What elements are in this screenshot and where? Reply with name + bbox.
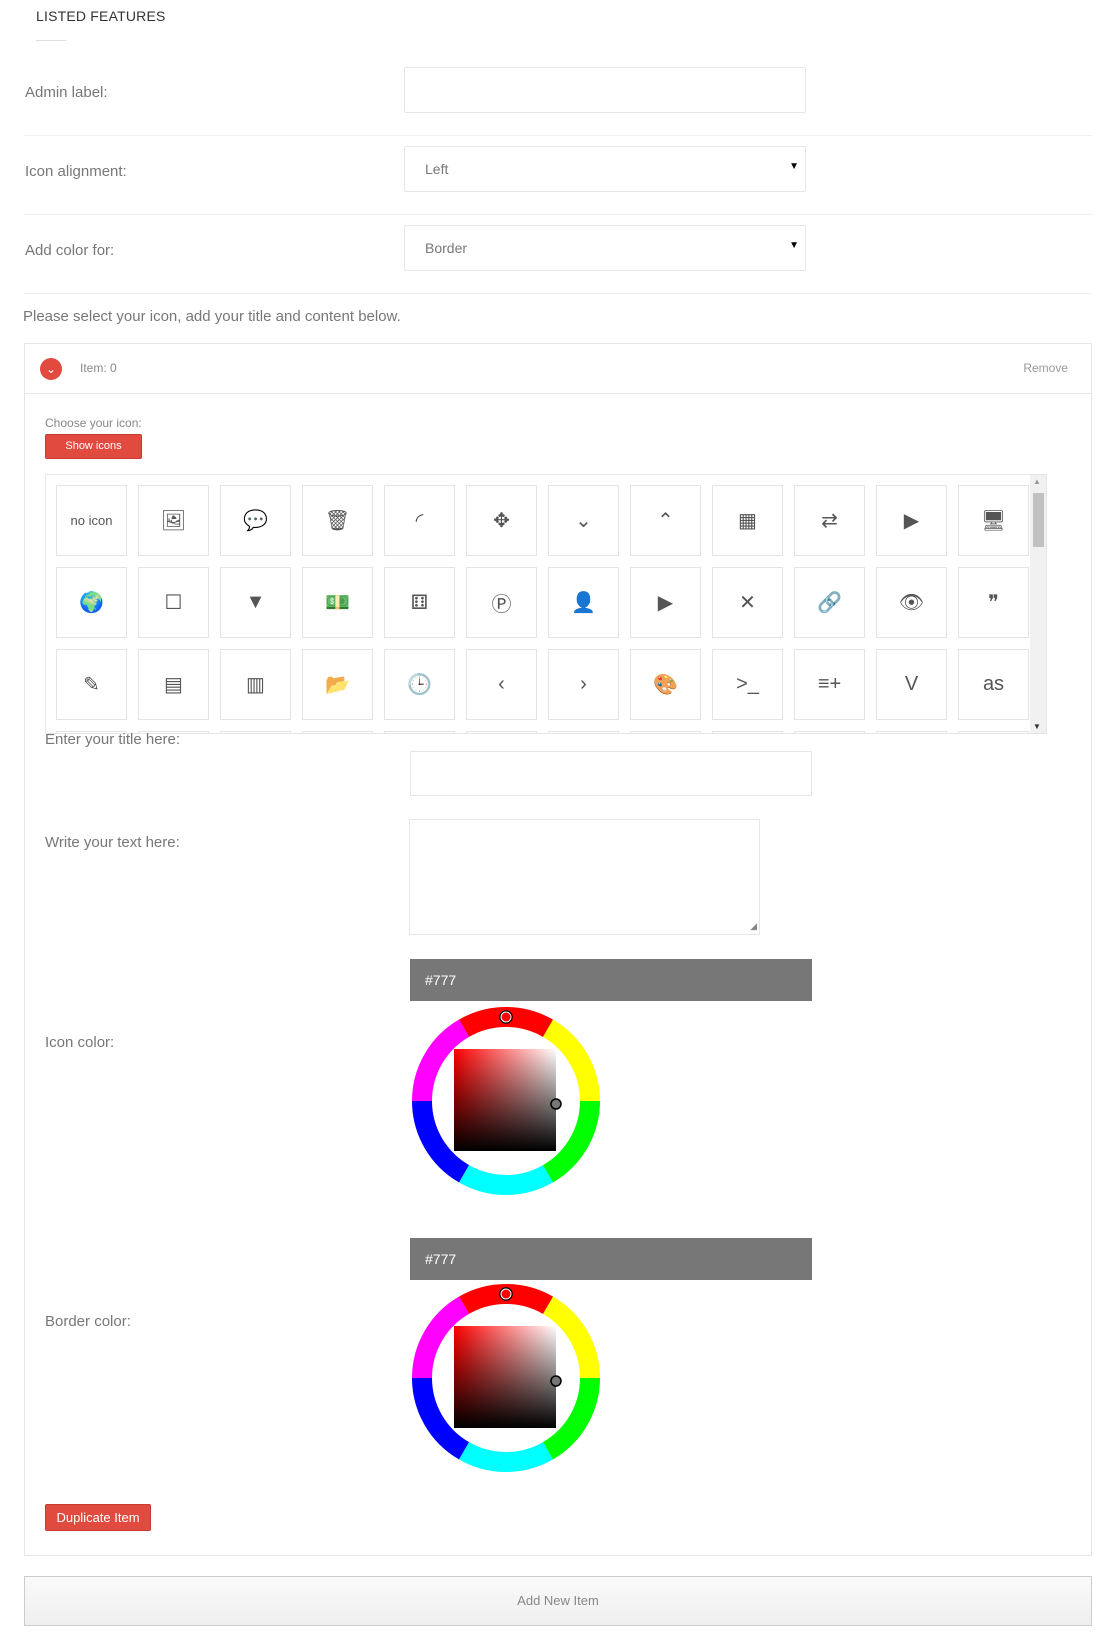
admin-label-input[interactable] xyxy=(404,67,806,113)
text-label: Write your text here: xyxy=(45,834,180,851)
border-color-wheel[interactable] xyxy=(410,1282,602,1474)
quote-right-icon[interactable]: ❞ xyxy=(958,567,1029,638)
item-panel: ⌄ Item: 0 Remove Choose your icon: Show … xyxy=(24,343,1092,1556)
border-color-input[interactable]: #777 xyxy=(410,1238,812,1280)
page-title: LISTED FEATURES xyxy=(36,8,166,24)
add-color-for-label: Add color for: xyxy=(25,242,115,259)
title-input[interactable] xyxy=(410,751,812,796)
exchange-icon[interactable]: ⇄ xyxy=(794,485,865,556)
add-color-for-value: Border xyxy=(425,240,468,256)
scrollbar-thumb[interactable] xyxy=(1033,493,1044,547)
youtube-play-icon[interactable]: ▶ xyxy=(630,567,701,638)
collapse-chevron-icon[interactable]: ⌄ xyxy=(40,358,62,380)
icon-alignment-label: Icon alignment: xyxy=(25,163,127,180)
dropdown-caret-icon: ▼ xyxy=(789,240,799,251)
shade-marker[interactable] xyxy=(550,1098,562,1110)
link-icon[interactable]: 🔗 xyxy=(794,567,865,638)
text-textarea[interactable]: ◢ xyxy=(409,819,760,935)
show-icons-button[interactable]: Show icons xyxy=(45,434,142,459)
icon-picker-scrollbar[interactable]: ▲ ▼ xyxy=(1030,475,1046,733)
item-header[interactable]: ⌄ Item: 0 Remove xyxy=(25,344,1091,394)
title-label: Enter your title here: xyxy=(45,731,181,748)
heading-divider xyxy=(36,40,66,41)
icon-option[interactable] xyxy=(302,731,373,733)
square-icon[interactable]: ☐ xyxy=(138,567,209,638)
icon-option[interactable] xyxy=(220,731,291,733)
border-color-label: Border color: xyxy=(45,1313,131,1330)
globe-icon[interactable]: 🌍 xyxy=(56,567,127,638)
admin-label-row: Admin label: xyxy=(24,56,1092,136)
chevron-up-icon[interactable]: ⌃ xyxy=(630,485,701,556)
paint-brush-icon[interactable]: 🎨 xyxy=(630,649,701,720)
chevron-down-icon[interactable]: ⌄ xyxy=(548,485,619,556)
admin-label-label: Admin label: xyxy=(25,84,108,101)
icon-picker: no icon 🖼 💬 🗑 ◜ ✥ ⌄ ⌃ ▦ ⇄ ▶ 🖥 🌍 ☐ ▼ 💵 ⚅ Ⓟ 👤 ▶ ✕ 🔗 👁 ❞ ✎ ▤ ▥ 📂 🕒 ‹ › 🎨 >_… xyxy=(45,474,1047,734)
angle-right-icon[interactable]: › xyxy=(548,649,619,720)
newspaper-icon[interactable]: ▥ xyxy=(220,649,291,720)
vimeo-icon[interactable]: V xyxy=(876,649,947,720)
times-icon[interactable]: ✕ xyxy=(712,567,783,638)
list-add-icon[interactable]: ≡+ xyxy=(794,649,865,720)
dropdown-caret-icon: ▼ xyxy=(789,161,799,172)
eye-icon[interactable]: 👁 xyxy=(876,567,947,638)
pencil-icon[interactable]: ✎ xyxy=(56,649,127,720)
user-icon[interactable]: 👤 xyxy=(548,567,619,638)
desktop-icon[interactable]: 🖥 xyxy=(958,485,1029,556)
icon-option[interactable] xyxy=(466,731,537,733)
no-icon[interactable]: no icon xyxy=(56,485,127,556)
icon-color-input[interactable]: #777 xyxy=(410,959,812,1001)
icon-option[interactable] xyxy=(876,731,947,733)
play-circle-icon[interactable]: ▶ xyxy=(876,485,947,556)
icon-alignment-row: Icon alignment: Left ▼ xyxy=(24,135,1092,215)
file-text-icon[interactable]: ▤ xyxy=(138,649,209,720)
scroll-down-arrow-icon[interactable]: ▼ xyxy=(1033,722,1041,731)
move-icon[interactable]: ✥ xyxy=(466,485,537,556)
item-label: Item: 0 xyxy=(80,361,117,375)
icon-alignment-value: Left xyxy=(425,161,449,177)
money-icon[interactable]: 💵 xyxy=(302,567,373,638)
filter-icon[interactable]: ▼ xyxy=(220,567,291,638)
icon-option[interactable] xyxy=(384,731,455,733)
image-icon[interactable]: 🖼 xyxy=(138,485,209,556)
choose-icon-label: Choose your icon: xyxy=(45,416,142,430)
trash-icon[interactable]: 🗑 xyxy=(302,485,373,556)
icon-option[interactable] xyxy=(630,731,701,733)
icon-color-wheel[interactable] xyxy=(410,1005,602,1197)
resize-grip-icon[interactable]: ◢ xyxy=(750,921,757,932)
clock-icon[interactable]: 🕒 xyxy=(384,649,455,720)
add-color-for-row: Add color for: Border ▼ xyxy=(24,214,1092,294)
icon-option[interactable] xyxy=(548,731,619,733)
icon-option[interactable] xyxy=(712,731,783,733)
pinterest-icon[interactable]: Ⓟ xyxy=(466,567,537,638)
icon-color-label: Icon color: xyxy=(45,1034,115,1051)
folder-open-icon[interactable]: 📂 xyxy=(302,649,373,720)
duplicate-item-button[interactable]: Duplicate Item xyxy=(45,1504,151,1531)
instructions-text: Please select your icon, add your title … xyxy=(23,308,401,325)
remove-item-link[interactable]: Remove xyxy=(1023,361,1068,375)
terminal-icon[interactable]: >_ xyxy=(712,649,783,720)
add-color-for-select[interactable]: Border ▼ xyxy=(404,225,806,271)
icon-alignment-select[interactable]: Left ▼ xyxy=(404,146,806,192)
scroll-up-arrow-icon[interactable]: ▲ xyxy=(1033,477,1041,486)
flickr-icon[interactable]: ⚅ xyxy=(384,567,455,638)
add-new-item-button[interactable]: Add New Item xyxy=(24,1576,1092,1626)
dashboard-icon[interactable]: ▦ xyxy=(712,485,783,556)
angle-left-icon[interactable]: ‹ xyxy=(466,649,537,720)
comments-icon[interactable]: 💬 xyxy=(220,485,291,556)
icon-option[interactable] xyxy=(794,731,865,733)
lastfm-icon[interactable]: as xyxy=(958,649,1029,720)
rss-icon[interactable]: ◜ xyxy=(384,485,455,556)
icon-option[interactable] xyxy=(958,731,1029,733)
shade-marker[interactable] xyxy=(550,1375,562,1387)
